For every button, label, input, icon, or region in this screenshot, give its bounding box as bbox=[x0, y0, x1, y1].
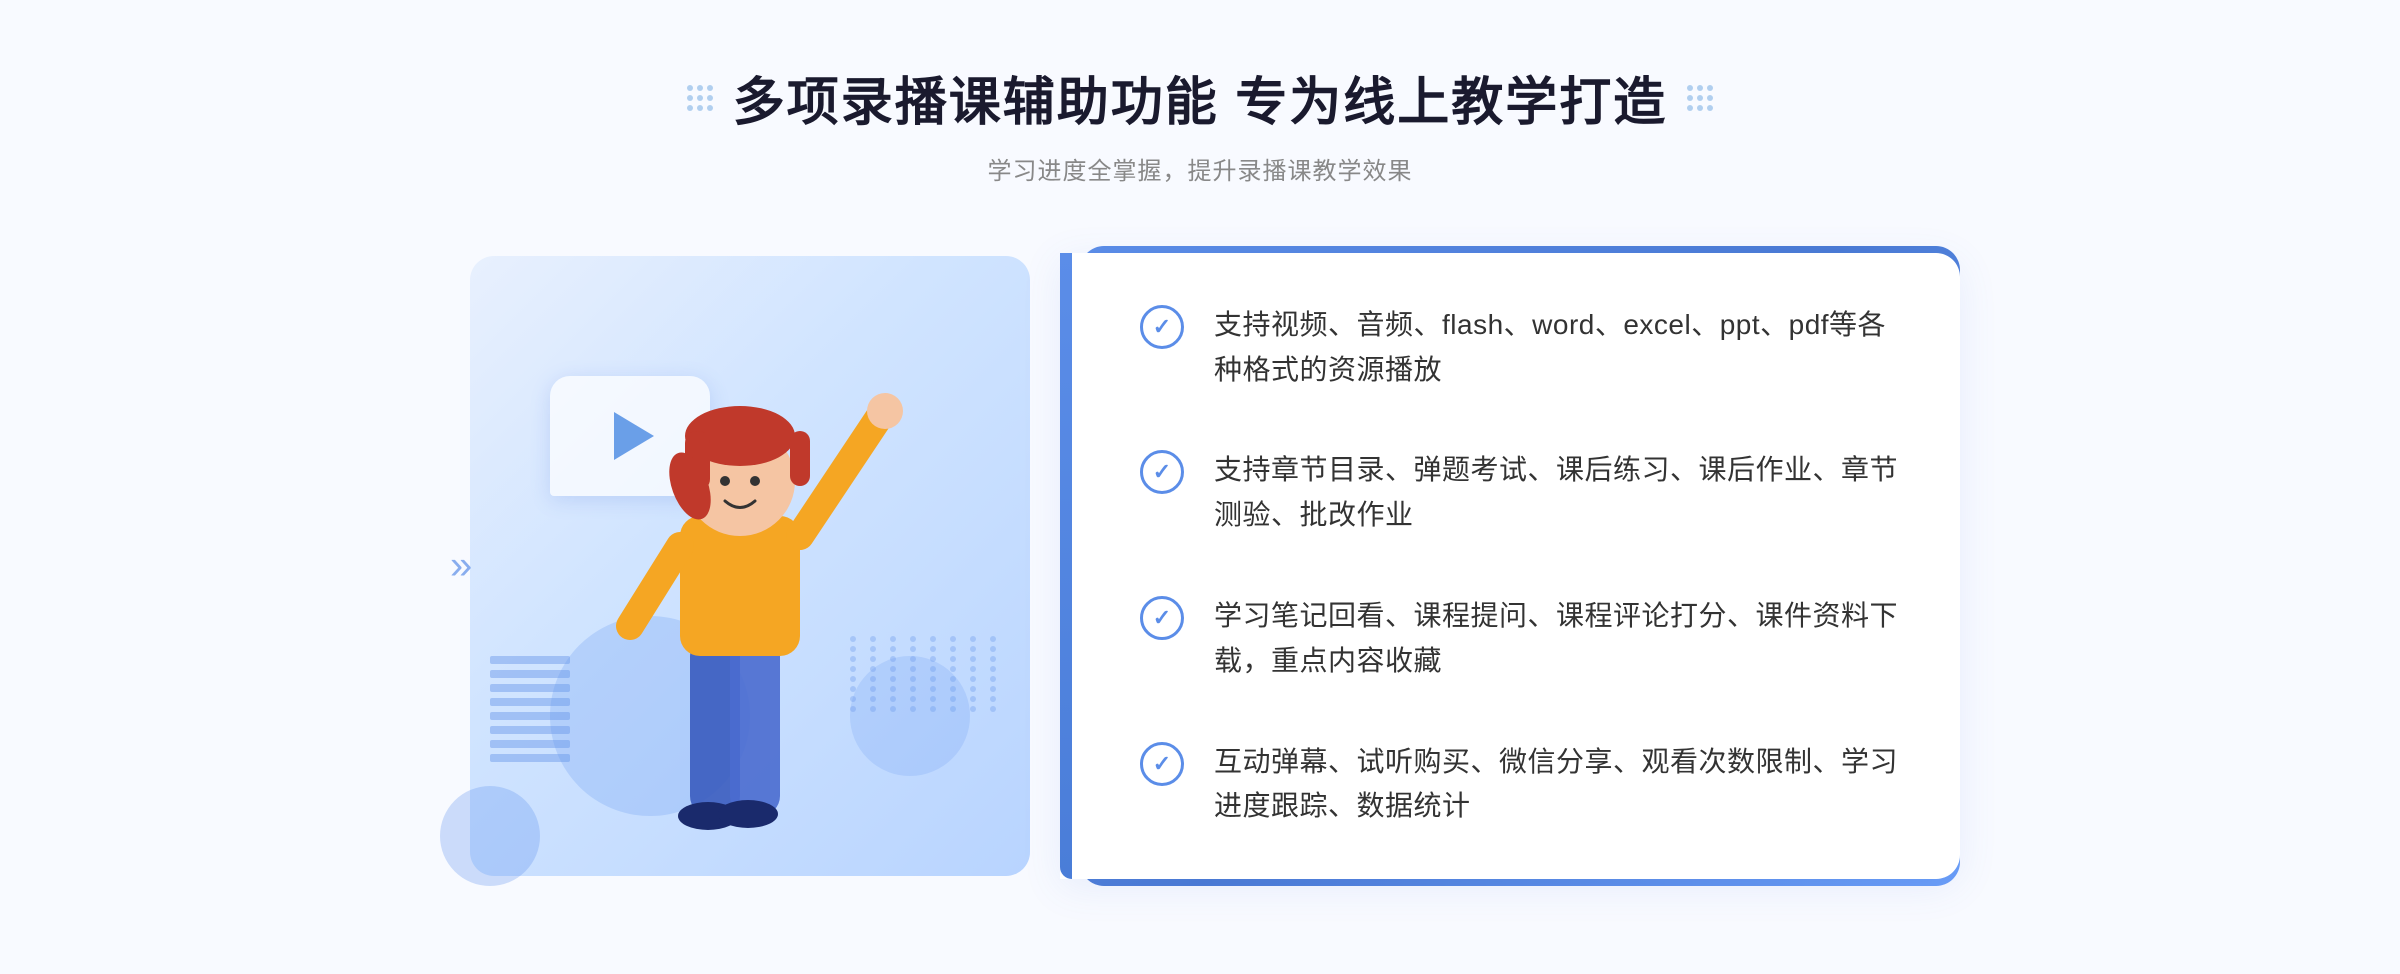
left-decorative-dots bbox=[687, 85, 713, 111]
content-wrapper: » ✓ 支持视频、音频、flash、word、excel、ppt、pdf等各种格… bbox=[440, 226, 1960, 906]
right-decorative-dots bbox=[1687, 85, 1713, 111]
left-arrow-decoration: » bbox=[450, 544, 472, 589]
person-illustration bbox=[570, 316, 910, 876]
feature-text-3: 学习笔记回看、课程提问、课程评论打分、课件资料下载，重点内容收藏 bbox=[1214, 594, 1900, 684]
check-icon-1: ✓ bbox=[1140, 305, 1184, 349]
feature-item-2: ✓ 支持章节目录、弹题考试、课后练习、课后作业、章节测验、批改作业 bbox=[1120, 448, 1900, 538]
checkmark-1: ✓ bbox=[1153, 316, 1171, 338]
header-section: 多项录播课辅助功能 专为线上教学打造 学习进度全掌握，提升录播课教学效果 bbox=[687, 60, 1713, 186]
feature-item-3: ✓ 学习笔记回看、课程提问、课程评论打分、课件资料下载，重点内容收藏 bbox=[1120, 594, 1900, 684]
checkmark-2: ✓ bbox=[1153, 461, 1171, 483]
right-features-panel: ✓ 支持视频、音频、flash、word、excel、ppt、pdf等各种格式的… bbox=[1060, 253, 1960, 879]
feature-item-4: ✓ 互动弹幕、试听购买、微信分享、观看次数限制、学习进度跟踪、数据统计 bbox=[1120, 740, 1900, 830]
subtitle: 学习进度全掌握，提升录播课教学效果 bbox=[687, 151, 1713, 186]
panel-blue-bar bbox=[1060, 253, 1072, 879]
check-icon-3: ✓ bbox=[1140, 596, 1184, 640]
illustration-wrapper: » bbox=[440, 226, 1060, 906]
check-icon-4: ✓ bbox=[1140, 742, 1184, 786]
feature-text-4: 互动弹幕、试听购买、微信分享、观看次数限制、学习进度跟踪、数据统计 bbox=[1214, 740, 1900, 830]
feature-text-1: 支持视频、音频、flash、word、excel、ppt、pdf等各种格式的资源… bbox=[1214, 303, 1900, 393]
check-icon-2: ✓ bbox=[1140, 450, 1184, 494]
illustration-background bbox=[470, 256, 1030, 876]
bottom-left-circle-decoration bbox=[440, 786, 540, 886]
checkmark-3: ✓ bbox=[1153, 607, 1171, 629]
title-row: 多项录播课辅助功能 专为线上教学打造 bbox=[687, 60, 1713, 135]
page-container: 多项录播课辅助功能 专为线上教学打造 学习进度全掌握，提升录播课教学效果 bbox=[0, 0, 2400, 974]
feature-item-1: ✓ 支持视频、音频、flash、word、excel、ppt、pdf等各种格式的… bbox=[1120, 303, 1900, 393]
checkmark-4: ✓ bbox=[1153, 753, 1171, 775]
feature-text-2: 支持章节目录、弹题考试、课后练习、课后作业、章节测验、批改作业 bbox=[1214, 448, 1900, 538]
main-title: 多项录播课辅助功能 专为线上教学打造 bbox=[733, 60, 1667, 135]
